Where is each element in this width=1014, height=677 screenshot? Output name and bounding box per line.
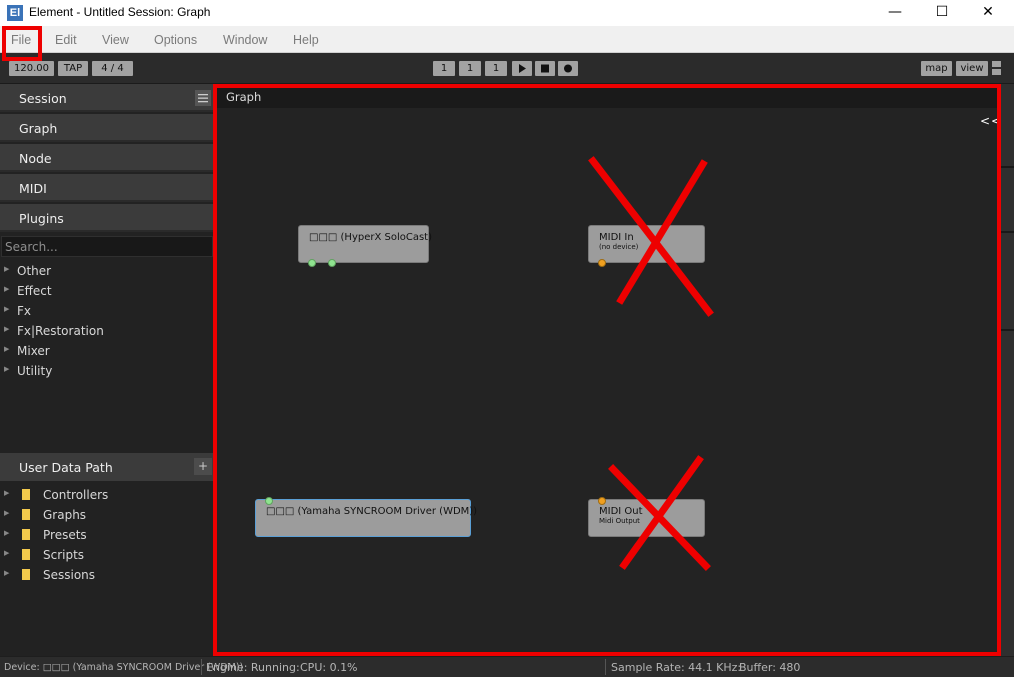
position-tick[interactable]: 1 [485,61,507,76]
position-beat[interactable]: 1 [459,61,481,76]
folder-scripts[interactable]: ▶ Scripts [0,545,214,565]
sidebar-header-label: Graph [19,121,58,136]
menu-window[interactable]: Window [223,33,267,47]
status-divider [605,659,606,675]
sidebar-header-label: Plugins [19,211,64,226]
expand-arrow-icon: ▶ [4,529,10,537]
menu-bar: File Edit View Options Window Help [0,26,1014,53]
divider [1001,166,1014,168]
cross-out-icon [588,156,714,317]
folder-label: Graphs [43,508,87,522]
divider [1001,231,1014,233]
status-buffer: Buffer: 480 [739,661,801,674]
panel-toggle-bottom[interactable] [992,69,1001,75]
category-label: Fx|Restoration [17,324,104,338]
plugin-category-mixer[interactable]: ▶ Mixer [0,341,214,361]
status-sample-rate: Sample Rate: 44.1 KHz: [611,661,742,674]
folder-label: Sessions [43,568,96,582]
menu-help[interactable]: Help [293,33,319,47]
expand-arrow-icon: ▶ [4,549,10,557]
folder-icon [22,509,30,520]
plugin-search-input[interactable] [1,236,213,257]
plugin-category-fx-restoration[interactable]: ▶ Fx|Restoration [0,321,214,341]
plugin-category-effect[interactable]: ▶ Effect [0,281,214,301]
expand-arrow-icon: ▶ [4,365,10,373]
status-cpu: CPU: 0.1% [300,661,358,674]
close-button[interactable]: ✕ [965,0,1011,26]
status-divider [201,659,202,675]
folder-label: Controllers [43,488,109,502]
panel-toggle-top[interactable] [992,61,1001,67]
sidebar-header-node[interactable]: Node [0,144,214,172]
view-button[interactable]: view [956,61,988,76]
expand-arrow-icon: ▶ [4,305,10,313]
add-path-button[interactable]: + [194,458,212,475]
menu-edit[interactable]: Edit [55,33,77,47]
stop-button[interactable] [535,61,555,76]
app-icon: El [7,5,23,21]
folder-icon [22,569,30,580]
folder-icon [22,529,30,540]
position-bar[interactable]: 1 [433,61,455,76]
sidebar-header-label: Session [19,91,67,106]
record-button[interactable] [558,61,578,76]
tempo-field[interactable]: 120.00 [9,61,54,76]
time-signature-field[interactable]: 4 / 4 [92,61,133,76]
sidebar-header-label: Node [19,151,52,166]
cross-out-icon [608,455,711,571]
user-data-path-title: User Data Path [19,460,113,475]
expand-arrow-icon: ▶ [4,509,10,517]
expand-arrow-icon: ▶ [4,285,10,293]
category-label: Effect [17,284,52,298]
expand-arrow-icon: ▶ [4,489,10,497]
menu-view[interactable]: View [102,33,129,47]
folder-sessions[interactable]: ▶ Sessions [0,565,214,585]
status-engine: Engine: Running: [206,661,300,674]
menu-icon[interactable] [195,90,211,106]
plugin-category-utility[interactable]: ▶ Utility [0,361,214,381]
sidebar-header-graph[interactable]: Graph [0,114,214,142]
stop-icon [541,64,549,73]
folder-icon [22,549,30,560]
folder-icon [22,489,30,500]
record-icon [564,64,572,73]
sidebar-header-session[interactable]: Session [0,84,214,112]
window-title: Element - Untitled Session: Graph [29,5,211,19]
sidebar-header-midi[interactable]: MIDI [0,174,214,202]
folder-label: Scripts [43,548,85,562]
menu-options[interactable]: Options [154,33,197,47]
folder-presets[interactable]: ▶ Presets [0,525,214,545]
title-bar: El Element - Untitled Session: Graph — ☐… [0,0,1014,26]
map-button[interactable]: map [921,61,952,76]
tap-button[interactable]: TAP [58,61,88,76]
divider [1001,329,1014,331]
folder-controllers[interactable]: ▶ Controllers [0,485,214,505]
play-icon [519,64,526,73]
play-button[interactable] [512,61,532,76]
category-label: Mixer [17,344,50,358]
category-label: Other [17,264,52,278]
expand-arrow-icon: ▶ [4,325,10,333]
category-label: Fx [17,304,32,318]
sidebar-header-label: MIDI [19,181,47,196]
maximize-button[interactable]: ☐ [919,0,965,26]
expand-arrow-icon: ▶ [4,265,10,273]
plugin-category-fx[interactable]: ▶ Fx [0,301,214,321]
right-panel-strip [1001,84,1014,656]
minimize-button[interactable]: — [872,0,918,26]
annotation-box-file-menu [2,26,42,61]
status-bar: Device: □□□ (Yamaha SYNCROOM Driver (WDM… [0,656,1014,677]
user-data-path-header: User Data Path + [0,453,214,481]
folder-graphs[interactable]: ▶ Graphs [0,505,214,525]
category-label: Utility [17,364,53,378]
transport-toolbar: 120.00 TAP 4 / 4 1 1 1 map view [0,53,1014,84]
sidebar-header-plugins[interactable]: Plugins [0,204,214,232]
plugin-category-other[interactable]: ▶ Other [0,261,214,281]
sidebar: Session Graph Node MIDI Plugins ▶ Other … [0,84,214,656]
folder-label: Presets [43,528,87,542]
expand-arrow-icon: ▶ [4,345,10,353]
expand-arrow-icon: ▶ [4,569,10,577]
